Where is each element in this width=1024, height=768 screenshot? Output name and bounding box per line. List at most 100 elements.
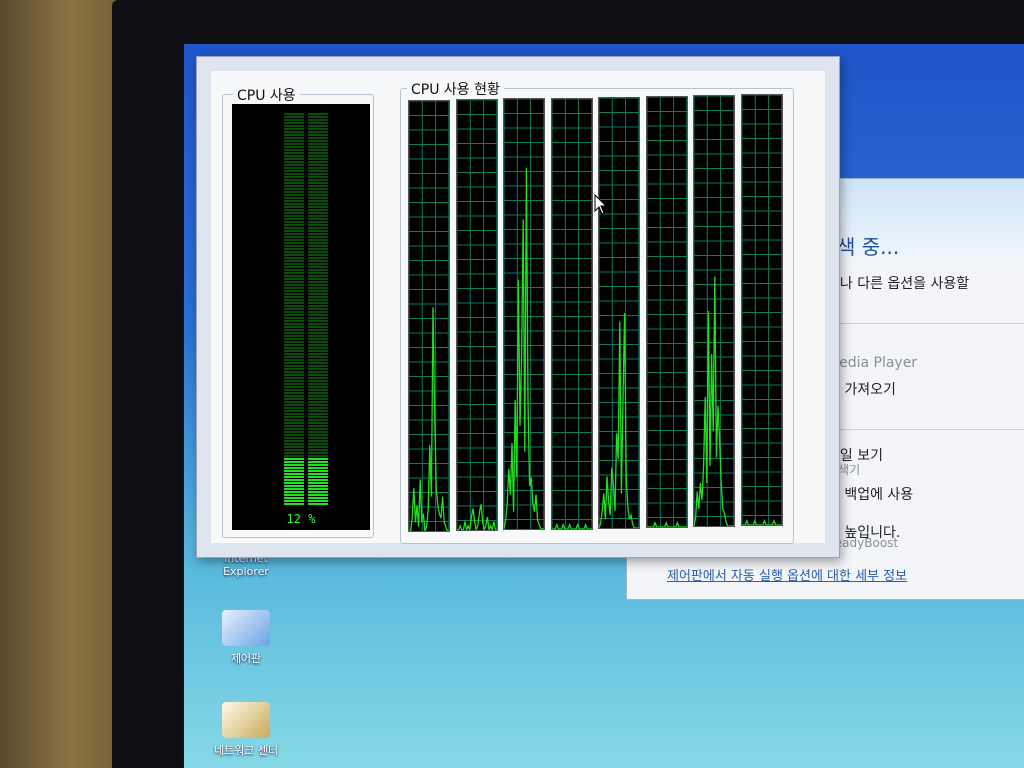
cpu-core-graph-svg (599, 97, 639, 528)
meter-segment (308, 179, 328, 181)
meter-segment (308, 146, 328, 148)
meter-segment (308, 446, 328, 448)
meter-segment (284, 329, 304, 331)
meter-segment (308, 275, 328, 277)
meter-segment (308, 122, 328, 124)
meter-segment (308, 221, 328, 223)
cpu-usage-line (646, 520, 687, 527)
meter-segment (284, 233, 304, 235)
meter-segment (284, 122, 304, 124)
meter-segment (308, 194, 328, 196)
meter-segment (284, 185, 304, 187)
meter-segment (308, 344, 328, 346)
meter-segment (284, 128, 304, 130)
meter-segment (308, 392, 328, 394)
meter-segment (308, 332, 328, 334)
meter-segment (284, 404, 304, 406)
meter-segment (308, 467, 328, 469)
meter-segment (308, 296, 328, 298)
meter-segment (308, 395, 328, 397)
meter-segment (308, 479, 328, 481)
meter-segment (308, 500, 328, 502)
meter-segment (284, 362, 304, 364)
cpu-core-graph (740, 94, 783, 527)
meter-segment (308, 473, 328, 475)
meter-segment (308, 233, 328, 235)
meter-segment (284, 446, 304, 448)
meter-segment (308, 137, 328, 139)
meter-segment (284, 341, 304, 343)
meter-segment (308, 218, 328, 220)
cpu-core-graph (408, 100, 450, 532)
meter-segment (308, 305, 328, 307)
icon-label: 제어판 (230, 652, 262, 665)
meter-segment (284, 224, 304, 226)
cpu-usage-line (456, 504, 497, 531)
meter-segment (284, 134, 304, 136)
option-media-player[interactable]: Media Player (827, 355, 917, 371)
meter-segment (308, 386, 328, 388)
meter-segment (308, 377, 328, 379)
meter-segment (308, 143, 328, 145)
meter-segment (284, 452, 304, 454)
meter-segment (308, 128, 328, 130)
cpu-core-graph (598, 96, 640, 529)
meter-segment (284, 386, 304, 388)
meter-segment (284, 320, 304, 322)
meter-segment (284, 443, 304, 445)
meter-segment (308, 224, 328, 226)
meter-segment (284, 278, 304, 280)
meter-segment (308, 164, 328, 166)
meter-segment (284, 305, 304, 307)
autoplay-settings-link[interactable]: 제어판에서 자동 실행 옵션에 대한 세부 정보 (667, 565, 907, 584)
meter-segment (284, 353, 304, 355)
meter-segment (308, 389, 328, 391)
meter-segment (308, 323, 328, 325)
meter-segment (308, 287, 328, 289)
meter-segment (284, 143, 304, 145)
cpu-core-graph-svg (409, 101, 449, 531)
meter-segment (308, 485, 328, 487)
meter-segment (308, 341, 328, 343)
meter-segment (308, 116, 328, 118)
cpu-core-graph (550, 97, 593, 530)
meter-segment (284, 284, 304, 286)
meter-segment (308, 458, 328, 460)
meter-segment (308, 140, 328, 142)
meter-segment (308, 167, 328, 169)
meter-segment (284, 209, 304, 211)
meter-segment (284, 248, 304, 250)
meter-segment (284, 335, 304, 337)
meter-segment (284, 461, 304, 463)
meter-segment (308, 269, 328, 271)
meter-segment (308, 374, 328, 376)
meter-segment (308, 434, 328, 436)
cpu-core-graph-svg (504, 99, 544, 530)
desktop-icon-network-center[interactable]: 네트워크 센터 (206, 702, 286, 758)
meter-segment (308, 257, 328, 259)
meter-segment (284, 383, 304, 385)
meter-segment (284, 239, 304, 241)
meter-segment (284, 263, 304, 265)
mouse-cursor-icon (594, 194, 608, 215)
meter-segment (284, 227, 304, 229)
meter-segment (308, 266, 328, 268)
meter-segment (284, 467, 304, 469)
meter-segment (284, 230, 304, 232)
desktop-icon-control-panel[interactable]: 제어판 (206, 610, 286, 666)
meter-segment (308, 476, 328, 478)
meter-segment (308, 191, 328, 193)
meter-segment (284, 161, 304, 163)
cpu-usage-line (741, 519, 782, 526)
meter-segment (284, 350, 304, 352)
meter-segment (284, 269, 304, 271)
meter-segment (284, 365, 304, 367)
meter-segment (308, 131, 328, 133)
meter-segment (284, 455, 304, 457)
meter-segment (284, 251, 304, 253)
meter-segment (308, 188, 328, 190)
meter-segment (308, 248, 328, 250)
meter-segment (284, 377, 304, 379)
meter-segment (284, 476, 304, 478)
meter-segment (284, 488, 304, 490)
